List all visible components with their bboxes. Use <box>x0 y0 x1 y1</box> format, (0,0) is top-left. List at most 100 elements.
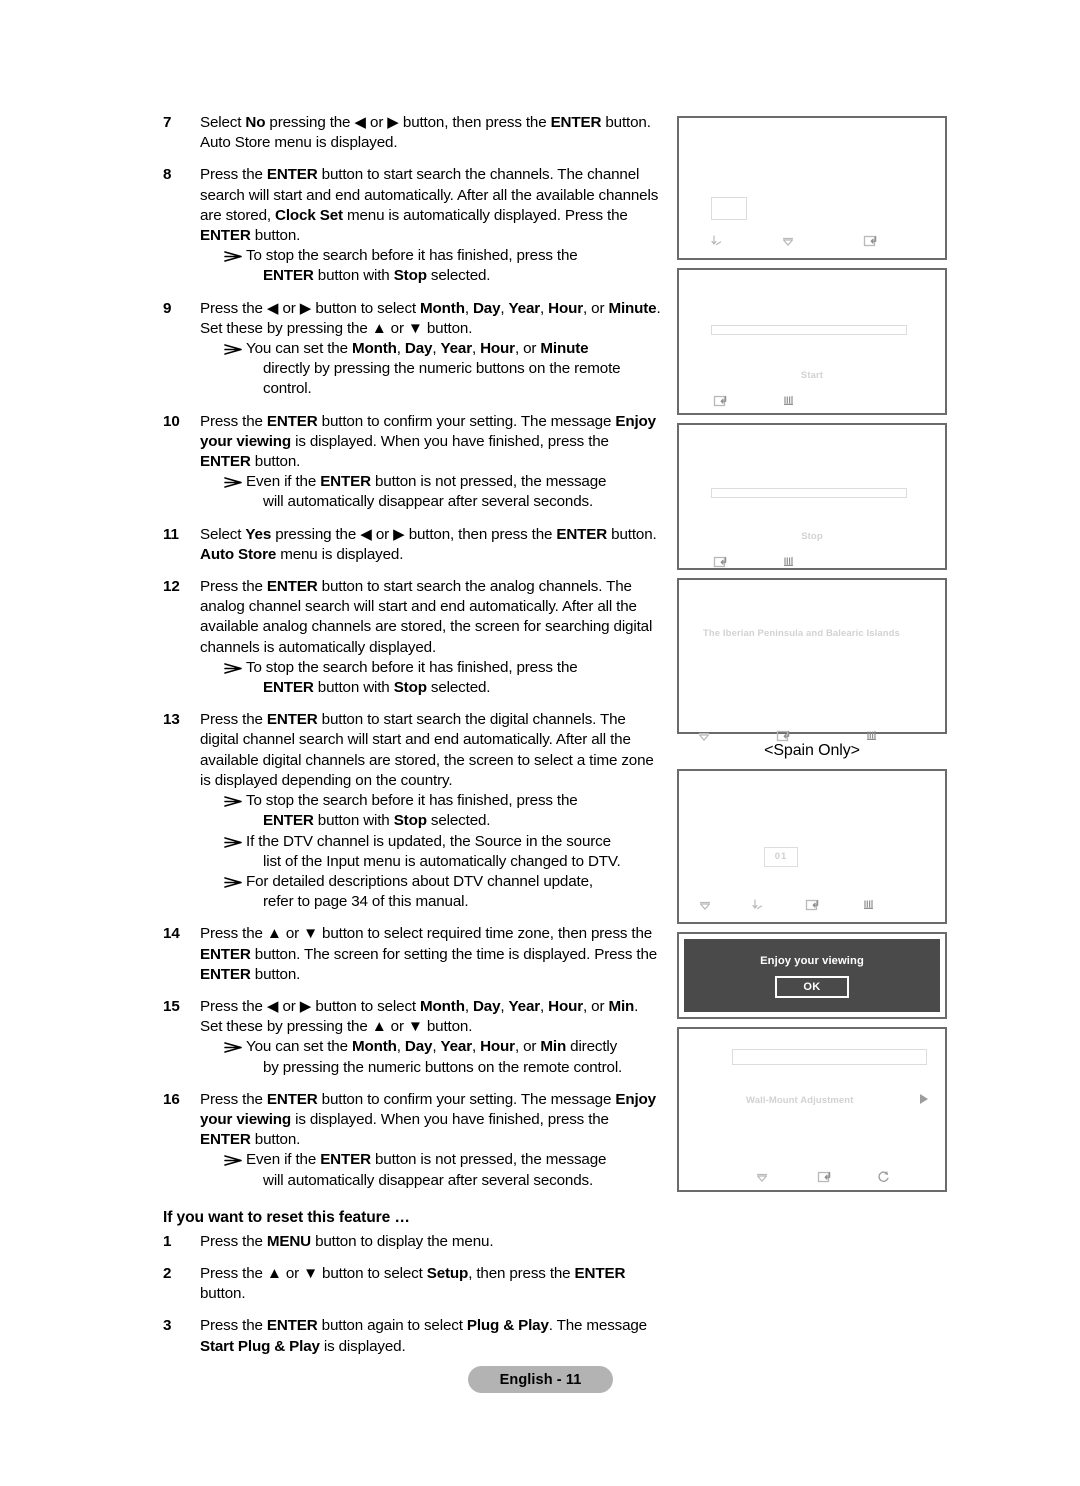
country-value-box <box>711 197 747 220</box>
exit-icon <box>864 727 882 745</box>
enter-icon <box>775 727 793 745</box>
screen-icon-row <box>679 1168 945 1186</box>
step-number: 3 <box>163 1317 172 1335</box>
step-paragraph: Press the ENTER button to start search t… <box>200 578 653 656</box>
instruction-step: 8 Press the ENTER button to start search… <box>163 165 663 286</box>
instruction-step: 14 Press the ▲ or ▼ button to select req… <box>163 924 663 985</box>
dialog-message: Enjoy your viewing <box>760 955 864 967</box>
exit-icon <box>781 553 799 571</box>
stop-label: Stop <box>801 531 823 542</box>
menu-title-bar <box>732 1049 927 1065</box>
enter-icon <box>712 392 730 410</box>
reset-step: 2 Press the ▲ or ▼ button to select Setu… <box>163 1264 663 1304</box>
screen-icon-row <box>679 727 945 745</box>
setup-menu-screen: Wall-Mount Adjustment <box>677 1027 947 1192</box>
step-note: If the DTV channel is updated, the Sourc… <box>200 832 663 872</box>
arrow-bullet-icon <box>224 246 246 266</box>
step-number: 2 <box>163 1264 172 1282</box>
enter-icon <box>712 553 730 571</box>
arrow-bullet-icon <box>224 1150 246 1170</box>
screen-illustrations: Start Stop The Iberian Peninsula and Bal… <box>677 116 947 1200</box>
return-icon <box>875 1168 893 1186</box>
note-text: Even if the ENTER button is not pressed,… <box>246 1151 607 1189</box>
instruction-step: 12 Press the ENTER button to start searc… <box>163 577 663 698</box>
move-down-icon <box>696 896 714 914</box>
step-paragraph: Press the ENTER button to confirm your s… <box>200 412 656 471</box>
step-number: 16 <box>163 1090 180 1108</box>
step-number: 14 <box>163 925 180 943</box>
ok-button[interactable]: OK <box>775 976 849 998</box>
step-number: 15 <box>163 997 180 1015</box>
note-text: Even if the ENTER button is not pressed,… <box>246 473 607 511</box>
step-text: Press the ENTER button to confirm your s… <box>200 412 663 513</box>
screen-icon-row <box>679 392 945 410</box>
instruction-step: 10 Press the ENTER button to confirm you… <box>163 412 663 513</box>
instruction-step: 9 Press the ◀ or ▶ button to select Mont… <box>163 299 663 400</box>
step-note: To stop the search before it has finishe… <box>200 791 663 831</box>
step-number: 11 <box>163 525 179 543</box>
note-text: To stop the search before it has finishe… <box>246 792 578 830</box>
manual-page: 7 Select No pressing the ◀ or ▶ button, … <box>0 0 1080 1486</box>
step-number: 12 <box>163 578 180 596</box>
reset-step: 1 Press the MENU button to display the m… <box>163 1232 663 1252</box>
arrow-bullet-icon <box>224 1037 246 1057</box>
note-text: If the DTV channel is updated, the Sourc… <box>246 832 621 870</box>
step-number: 1 <box>163 1232 172 1250</box>
arrow-bullet-icon <box>224 832 246 852</box>
step-number: 9 <box>163 299 172 317</box>
clock-value-chip: 01 <box>764 847 798 867</box>
step-text: Select No pressing the ◀ or ▶ button, th… <box>200 114 651 152</box>
screen-icon-row <box>679 553 945 571</box>
page-footer-badge: English - 11 <box>468 1366 613 1393</box>
step-note: Even if the ENTER button is not pressed,… <box>200 1150 663 1190</box>
adjust-icon <box>750 896 768 914</box>
note-text: You can set the Month, Day, Year, Hour, … <box>246 1038 623 1076</box>
step-text: Press the ENTER button to start search t… <box>200 577 663 698</box>
note-text: To stop the search before it has finishe… <box>246 247 578 285</box>
time-zone-screen: The Iberian Peninsula and Balearic Islan… <box>677 578 947 742</box>
screen-icon-row <box>679 896 945 914</box>
arrow-bullet-icon <box>224 658 246 678</box>
page-number-label: English - 11 <box>499 1371 582 1388</box>
exit-icon <box>781 392 799 410</box>
instruction-list: 7 Select No pressing the ◀ or ▶ button, … <box>163 113 663 1369</box>
step-note: Even if the ENTER button is not pressed,… <box>200 472 663 512</box>
move-down-icon <box>695 727 713 745</box>
step-paragraph: Press the ENTER button to start search t… <box>200 711 654 789</box>
step-text: Press the ◀ or ▶ button to select Month,… <box>200 299 663 400</box>
instruction-step: 11 Select Yes pressing the ◀ or ▶ button… <box>163 525 663 565</box>
clock-set-screen: 01 <box>677 769 947 924</box>
step-number: 10 <box>163 412 180 430</box>
exit-icon <box>861 896 879 914</box>
instruction-step: 15 Press the ◀ or ▶ button to select Mon… <box>163 997 663 1078</box>
step-text: Press the ▲ or ▼ button to select Setup,… <box>200 1264 626 1303</box>
step-number: 13 <box>163 711 180 729</box>
search-progress-bar <box>711 488 907 498</box>
step-paragraph: Press the ENTER button to start search t… <box>200 166 659 245</box>
step-note: For detailed descriptions about DTV chan… <box>200 872 663 912</box>
arrow-bullet-icon <box>224 472 246 492</box>
adjust-icon <box>709 232 727 250</box>
instruction-step: 13 Press the ENTER button to start searc… <box>163 710 663 912</box>
step-number: 8 <box>163 166 172 184</box>
step-number: 7 <box>163 114 172 131</box>
auto-store-start-screen: Start <box>677 268 947 415</box>
reset-feature-heading: If you want to reset this feature … <box>163 1208 410 1226</box>
step-text: Press the ENTER button to start search t… <box>200 710 663 912</box>
step-paragraph: Press the ◀ or ▶ button to select Month,… <box>200 299 661 337</box>
country-select-screen <box>677 116 947 260</box>
note-text: To stop the search before it has finishe… <box>246 658 578 697</box>
instruction-step: 16 Press the ENTER button to confirm you… <box>163 1090 663 1191</box>
note-text: You can set the Month, Day, Year, Hour, … <box>246 340 621 398</box>
enter-icon <box>816 1168 834 1186</box>
step-paragraph: Press the ◀ or ▶ button to select Month,… <box>200 997 639 1036</box>
screen-icon-row <box>679 232 945 250</box>
step-text: Press the ◀ or ▶ button to select Month,… <box>200 997 663 1078</box>
step-text: Press the ENTER button again to select P… <box>200 1317 647 1355</box>
start-label: Start <box>800 370 824 381</box>
arrow-bullet-icon <box>224 791 246 811</box>
step-text: Press the ENTER button to confirm your s… <box>200 1090 663 1191</box>
dialog-body: Enjoy your viewing OK <box>684 939 940 1012</box>
step-note: You can set the Month, Day, Year, Hour, … <box>200 1037 663 1077</box>
enjoy-your-viewing-dialog: Enjoy your viewing OK <box>677 932 947 1019</box>
